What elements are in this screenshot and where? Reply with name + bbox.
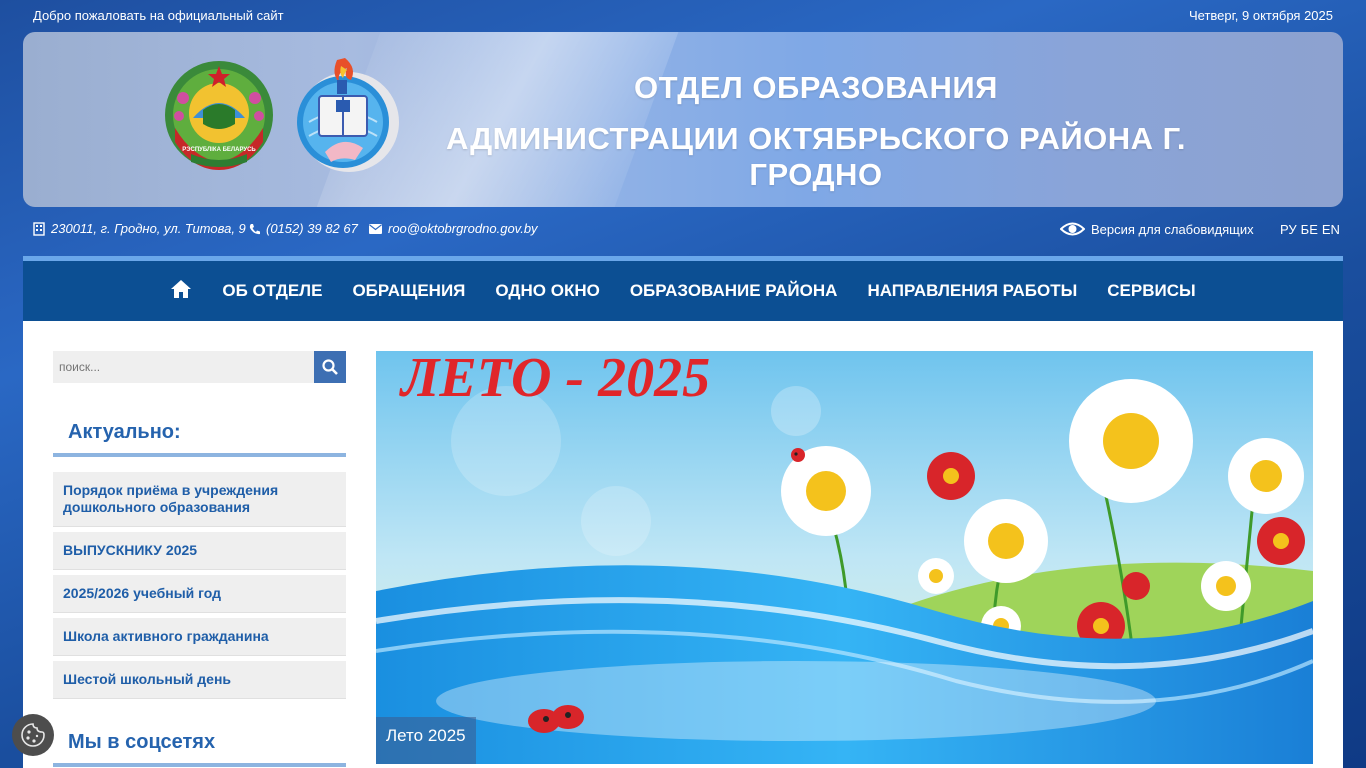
slide-banner-text: ЛЕТО - 2025 <box>399 351 710 409</box>
phone-icon <box>249 223 260 234</box>
emblem-text: РЭСПУБЛІКА БЕЛАРУСЬ <box>182 147 256 153</box>
sidebar-link-graduate-2025[interactable]: ВЫПУСКНИКУ 2025 <box>53 532 346 570</box>
language-switcher: РУ БЕ EN <box>1280 222 1340 237</box>
home-icon <box>171 279 192 298</box>
cookie-settings-button[interactable] <box>12 714 54 756</box>
nav-about[interactable]: ОБ ОТДЕЛЕ <box>222 281 322 301</box>
address: 230011, г. Гродно, ул. Титова, 9 <box>33 221 246 236</box>
slide-image[interactable]: ЛЕТО - 2025 <box>376 351 1313 764</box>
slide-caption[interactable]: Лето 2025 <box>376 717 476 764</box>
low-vision-link[interactable]: Версия для слабовидящих <box>1060 221 1254 237</box>
lang-be[interactable]: БЕ <box>1301 222 1318 237</box>
top-bar: Добро пожаловать на официальный сайт Чет… <box>0 0 1366 32</box>
site-title-line1: ОТДЕЛ ОБРАЗОВАНИЯ <box>634 70 998 105</box>
search-form <box>53 351 346 383</box>
sidebar-link-sixth-school-day[interactable]: Шестой школьный день <box>53 661 346 699</box>
nav-appeals[interactable]: ОБРАЩЕНИЯ <box>352 281 465 301</box>
phone-text[interactable]: (0152) 39 82 67 <box>266 221 358 236</box>
search-input[interactable] <box>53 351 314 383</box>
email-text[interactable]: roo@oktobrgrodno.gov.by <box>388 221 538 236</box>
current-date: Четверг, 9 октября 2025 <box>1188 8 1333 23</box>
nav-one-window[interactable]: ОДНО ОКНО <box>495 281 599 301</box>
nav-services[interactable]: СЕРВИСЫ <box>1107 281 1195 301</box>
phone[interactable]: (0152) 39 82 67 <box>249 221 358 236</box>
eye-icon <box>1060 222 1085 236</box>
nav-work-directions[interactable]: НАПРАВЛЕНИЯ РАБОТЫ <box>867 281 1077 301</box>
nav-home[interactable] <box>170 279 192 304</box>
low-vision-label[interactable]: Версия для слабовидящих <box>1091 222 1254 237</box>
lang-en[interactable]: EN <box>1322 222 1340 237</box>
actual-links-list: Порядок приёма в учреждения дошкольного … <box>53 472 346 704</box>
nav-district-education[interactable]: ОБРАЗОВАНИЕ РАЙОНА <box>630 281 838 301</box>
state-emblem-icon[interactable]: РЭСПУБЛІКА БЕЛАРУСЬ <box>163 58 275 172</box>
ladybug-small <box>791 448 805 462</box>
search-icon <box>322 359 338 375</box>
envelope-icon <box>369 223 382 234</box>
contacts-row: 230011, г. Гродно, ул. Титова, 9 (0152) … <box>0 207 1366 255</box>
email[interactable]: roo@oktobrgrodno.gov.by <box>369 221 538 236</box>
content-area: Актуально: Порядок приёма в учреждения д… <box>23 321 1343 768</box>
building-icon <box>33 221 45 236</box>
education-logo-icon[interactable] <box>285 56 403 174</box>
welcome-text: Добро пожаловать на официальный сайт <box>33 8 284 23</box>
main-nav: ОБ ОТДЕЛЕ ОБРАЩЕНИЯ ОДНО ОКНО ОБРАЗОВАНИ… <box>23 256 1343 321</box>
social-section-title: Мы в соцсетях <box>53 731 346 767</box>
lang-ru[interactable]: РУ <box>1280 222 1297 237</box>
news-slider[interactable]: ЛЕТО - 2025 Лето 2025 <box>376 351 1313 764</box>
sidebar-link-preschool-admission[interactable]: Порядок приёма в учреждения дошкольного … <box>53 472 346 527</box>
search-button[interactable] <box>314 351 346 383</box>
sidebar-link-school-year[interactable]: 2025/2026 учебный год <box>53 575 346 613</box>
address-text: 230011, г. Гродно, ул. Титова, 9 <box>51 221 246 236</box>
cookie-icon <box>21 723 45 747</box>
header-banner: РЭСПУБЛІКА БЕЛАРУСЬ ОТДЕЛ ОБРАЗОВАНИЯ АД… <box>23 32 1343 207</box>
site-title-line2: АДМИНИСТРАЦИИ ОКТЯБРЬСКОГО РАЙОНА Г. ГРО… <box>446 121 1186 192</box>
actual-section-title: Актуально: <box>53 421 346 457</box>
sidebar-link-active-citizen[interactable]: Школа активного гражданина <box>53 618 346 656</box>
